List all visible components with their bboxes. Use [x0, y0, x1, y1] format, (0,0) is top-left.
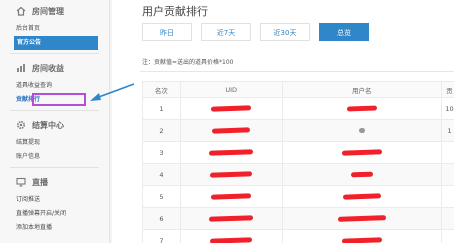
home-icon [16, 6, 26, 16]
sidebar-section-live[interactable]: 直播 [0, 171, 109, 193]
username-cell [281, 207, 443, 230]
contribution-cell [441, 185, 454, 208]
tab-yesterday[interactable]: 昨日 [142, 23, 192, 41]
tab-7-days[interactable]: 近7天 [201, 23, 251, 41]
redaction-mark [209, 214, 254, 222]
uid-cell [179, 229, 283, 243]
monitor-icon [16, 177, 26, 187]
contribution-cell [441, 141, 454, 164]
redaction-mark [211, 192, 252, 200]
contribution-cell [441, 207, 454, 230]
gear-icon [16, 120, 26, 130]
redaction-mark [210, 236, 253, 243]
rank-cell: 4 [142, 163, 181, 186]
sidebar-item-account-info[interactable]: 账户信息 [0, 150, 109, 164]
contribution-cell [441, 163, 454, 186]
rank-cell: 7 [142, 229, 181, 243]
uid-cell [179, 185, 283, 208]
page-title: 用户贡献排行 [142, 5, 208, 18]
annotation-arrow [90, 83, 135, 101]
sidebar-item-announcements[interactable]: 官方公告 [14, 36, 98, 50]
rank-cell: 6 [142, 207, 181, 230]
table-row: 5 [142, 185, 454, 208]
redaction-mark [346, 104, 377, 112]
column-header-username[interactable]: 用户名 [281, 81, 443, 98]
sidebar-section-settlement[interactable]: 结算中心 [0, 114, 109, 136]
formula-note: 注：贡献值=送出的道具价格*100 [142, 59, 234, 66]
divider [140, 71, 454, 72]
table-row: 2 1 [142, 119, 454, 142]
sidebar-section-room-revenue[interactable]: 房间收益 [0, 57, 109, 79]
redaction-mark [358, 127, 365, 133]
column-header-contribution[interactable]: 贡 [441, 81, 454, 98]
redaction-mark [342, 192, 381, 200]
column-header-uid[interactable]: UID [179, 81, 283, 98]
rank-cell: 1 [142, 97, 181, 120]
sidebar-item-add-local-live[interactable]: 添加本地直播 [0, 221, 109, 235]
redaction-mark [212, 126, 251, 134]
highlight-box [32, 93, 86, 106]
uid-cell [179, 97, 283, 120]
sidebar-item-dashboard[interactable]: 后台首页 [0, 22, 109, 36]
uid-cell [179, 163, 283, 186]
sidebar-section-title: 结算中心 [32, 120, 64, 130]
table-row: 6 [142, 207, 454, 230]
uid-cell [179, 141, 283, 164]
divider [10, 110, 99, 111]
period-tabs: 昨日 近7天 近30天 总览 [142, 23, 378, 41]
sidebar-item-withdraw[interactable]: 结算提现 [0, 136, 109, 150]
table-row: 3 [142, 141, 454, 164]
divider [10, 53, 99, 54]
contribution-cell [441, 229, 454, 243]
table-row: 7 [142, 229, 454, 243]
sidebar-section-title: 房间管理 [32, 6, 64, 16]
rank-cell: 2 [142, 119, 181, 142]
redaction-mark [209, 148, 254, 156]
sidebar-section-title: 直播 [32, 177, 48, 187]
username-cell [281, 97, 443, 120]
username-cell [281, 185, 443, 208]
sidebar-section-room-management[interactable]: 房间管理 [0, 0, 109, 22]
tab-30-days[interactable]: 近30天 [260, 23, 310, 41]
column-header-rank[interactable]: 名次 [142, 81, 181, 98]
sidebar-item-subscribe-push[interactable]: 订阅推送 [0, 193, 109, 207]
divider [10, 167, 99, 168]
sidebar: 房间管理 后台首页 官方公告 房间收益 道具收益查询 贡献排行 结算中心 结算提… [0, 0, 110, 243]
uid-cell [179, 207, 283, 230]
bar-chart-icon [16, 63, 26, 73]
ranking-table: 名次 UID 用户名 贡 1 10 2 1 3 4 5 6 7 [142, 81, 454, 243]
redaction-mark [211, 104, 252, 112]
redaction-mark [350, 171, 373, 177]
username-cell [281, 163, 443, 186]
username-cell [281, 119, 443, 142]
sidebar-item-danmaku-toggle[interactable]: 直播弹幕开启/关闭 [0, 207, 109, 221]
contribution-cell: 10 [441, 97, 454, 120]
table-row: 4 [142, 163, 454, 186]
rank-cell: 5 [142, 185, 181, 208]
main-content: 用户贡献排行 昨日 近7天 近30天 总览 注：贡献值=送出的道具价格*100 … [112, 0, 454, 243]
redaction-mark [341, 236, 382, 243]
redaction-mark [337, 214, 386, 222]
tab-overview[interactable]: 总览 [319, 23, 369, 41]
sidebar-section-title: 房间收益 [32, 63, 64, 73]
username-cell [281, 229, 443, 243]
username-cell [281, 141, 443, 164]
contribution-cell: 1 [441, 119, 454, 142]
redaction-mark [210, 170, 253, 178]
table-row: 1 10 [142, 97, 454, 120]
table-header-row: 名次 UID 用户名 贡 [142, 81, 454, 98]
redaction-mark [341, 148, 382, 156]
rank-cell: 3 [142, 141, 181, 164]
uid-cell [179, 119, 283, 142]
